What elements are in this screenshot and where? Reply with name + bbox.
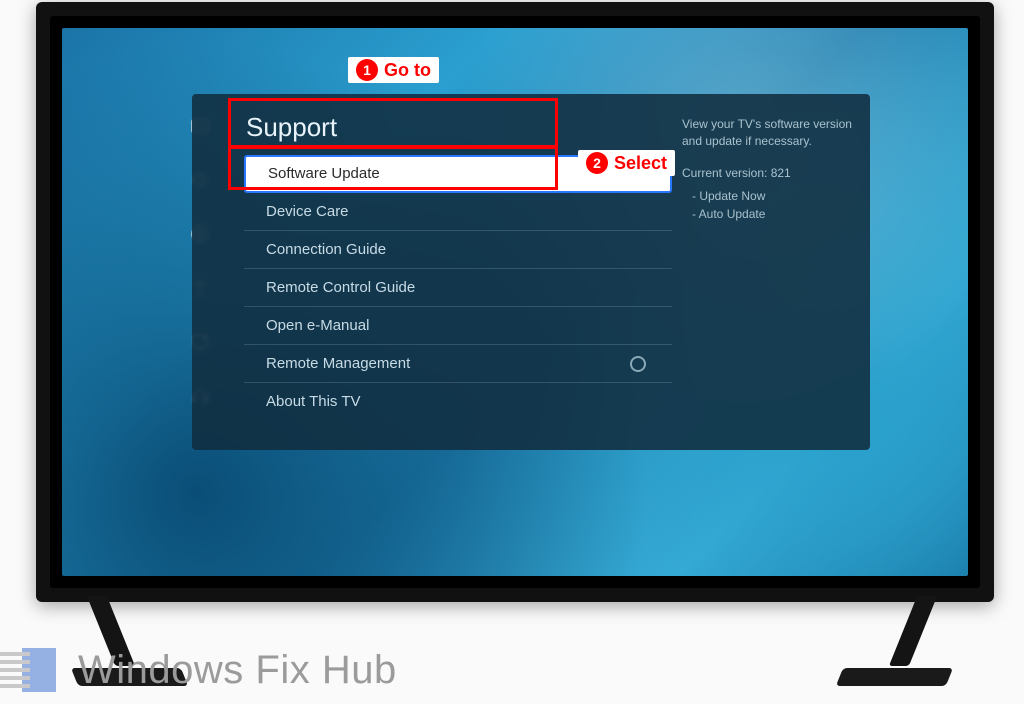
- annotation-number-1: 1: [356, 59, 378, 81]
- menu-item-about-this-tv[interactable]: About This TV: [244, 383, 672, 421]
- side-current-version: Current version: 821: [682, 165, 852, 182]
- menu-item-label: Software Update: [268, 165, 380, 182]
- tv-bezel: Support Software Update Device Care Conn…: [50, 16, 980, 588]
- menu-item-label: Remote Management: [266, 355, 410, 372]
- tv-frame: Support Software Update Device Care Conn…: [36, 2, 994, 602]
- menu-item-open-e-manual[interactable]: Open e-Manual: [244, 307, 672, 345]
- watermark-text: Windows Fix Hub: [78, 648, 397, 693]
- annotation-number-2: 2: [586, 152, 608, 174]
- menu-list: Software Update Device Care Connection G…: [244, 155, 672, 421]
- side-option-update-now: Update Now: [682, 188, 852, 205]
- watermark-logo-icon: [0, 642, 56, 698]
- annotation-label-step1: 1 Go to: [348, 57, 439, 83]
- tv-screen: Support Software Update Device Care Conn…: [62, 28, 968, 576]
- menu-title: Support: [244, 94, 672, 155]
- menu-item-label: Device Care: [266, 203, 349, 220]
- support-settings-panel: Support Software Update Device Care Conn…: [192, 94, 870, 450]
- menu-item-remote-control-guide[interactable]: Remote Control Guide: [244, 269, 672, 307]
- watermark: Windows Fix Hub: [0, 642, 397, 698]
- menu-item-connection-guide[interactable]: Connection Guide: [244, 231, 672, 269]
- menu-side-panel: View your TV's software version and upda…: [672, 94, 870, 450]
- annotation-text-1: Go to: [384, 60, 431, 81]
- side-description: View your TV's software version and upda…: [682, 116, 852, 151]
- toggle-indicator-icon[interactable]: [630, 356, 646, 372]
- menu-main-column: Support Software Update Device Care Conn…: [192, 94, 672, 450]
- menu-item-device-care[interactable]: Device Care: [244, 193, 672, 231]
- menu-item-label: About This TV: [266, 393, 361, 410]
- menu-item-label: Remote Control Guide: [266, 279, 415, 296]
- annotation-label-step2: 2 Select: [578, 150, 675, 176]
- annotation-text-2: Select: [614, 153, 667, 174]
- side-option-auto-update: Auto Update: [682, 206, 852, 223]
- tv-leg-right: [836, 596, 982, 686]
- menu-item-label: Connection Guide: [266, 241, 386, 258]
- menu-item-remote-management[interactable]: Remote Management: [244, 345, 672, 383]
- menu-item-label: Open e-Manual: [266, 317, 369, 334]
